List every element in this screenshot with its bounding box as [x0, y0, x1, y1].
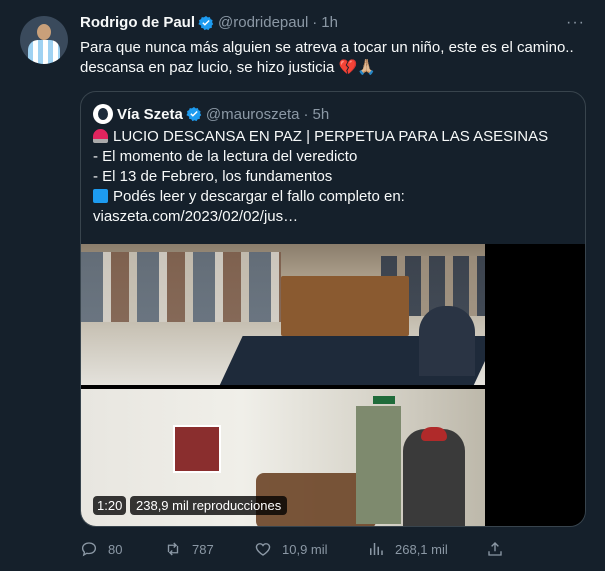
video-views: 238,9 mil reproducciones — [130, 496, 288, 515]
easel-portrait — [173, 425, 221, 473]
tweet-header: Rodrigo de Paul @rodridepaul · 1h — [80, 14, 338, 31]
quote-text: LUCIO DESCANSA EN PAZ | PERPETUA PARA LA… — [93, 127, 573, 227]
avatar-shirt — [28, 40, 60, 64]
guard-beret — [421, 427, 447, 441]
tweet-emojis: 💔🙏🏼 — [338, 59, 376, 76]
retweet-count: 787 — [192, 541, 214, 557]
views-icon — [370, 543, 383, 555]
avatar-head — [37, 24, 51, 40]
judge-figure — [419, 306, 475, 376]
quote-author-name: Vía Szeta — [117, 105, 183, 123]
retweet-icon — [167, 542, 179, 556]
share-icon — [488, 542, 502, 556]
tweet[interactable]: Rodrigo de Paul @rodridepaul · 1h ··· Pa… — [0, 0, 605, 571]
views-action[interactable]: 268,1 mil — [367, 540, 448, 558]
reply-icon — [81, 542, 97, 557]
tweet-text-line2-wrap: descansa en paz lucio, se hizo justicia … — [80, 58, 590, 78]
quote-link: viaszeta.com/2023/02/02/jus… — [93, 208, 299, 225]
tweet-text: Para que nunca más alguien se atreva a t… — [80, 38, 590, 78]
quote-time: 5h — [312, 105, 330, 123]
phone-arrow-icon — [93, 189, 108, 203]
guard-figure — [403, 429, 465, 526]
like-action[interactable]: 10,9 mil — [254, 540, 328, 558]
reply-action[interactable]: 80 — [80, 540, 122, 558]
audience-people — [81, 252, 281, 322]
tweet-text-line2: descansa en paz lucio, se hizo justicia — [80, 59, 335, 76]
exit-sign — [373, 396, 395, 404]
video-player[interactable]: 1:20 238,9 mil reproducciones — [81, 244, 585, 526]
verified-badge-icon — [198, 15, 214, 30]
author-handle[interactable]: @rodridepaul — [218, 14, 308, 31]
avatar[interactable] — [20, 16, 68, 64]
quote-author-handle: @mauroszeta — [205, 105, 300, 123]
retweet-action[interactable]: 787 — [164, 540, 214, 558]
quote-time-separator: · — [303, 105, 309, 123]
siren-icon — [93, 129, 108, 143]
reply-count: 80 — [108, 541, 123, 557]
views-count: 268,1 mil — [395, 541, 448, 557]
quote-header: Vía Szeta @mauroszeta · 5h — [93, 104, 329, 124]
more-icon[interactable]: ··· — [566, 14, 585, 32]
quote-line1: LUCIO DESCANSA EN PAZ | PERPETUA PARA LA… — [113, 128, 549, 145]
quote-line1-wrap: LUCIO DESCANSA EN PAZ | PERPETUA PARA LA… — [93, 127, 573, 147]
quote-line3: - El 13 de Febrero, los fundamentos — [93, 168, 333, 185]
quote-avatar — [93, 104, 113, 124]
quote-line4: Podés leer y descargar el fallo completo… — [113, 188, 405, 205]
video-duration: 1:20 — [93, 496, 127, 515]
quoted-tweet[interactable]: Vía Szeta @mauroszeta · 5h LUCIO DESCANS… — [80, 91, 586, 527]
author-name[interactable]: Rodrigo de Paul — [80, 14, 195, 31]
quote-line4-wrap: Podés leer y descargar el fallo completo… — [93, 187, 573, 207]
tweet-text-line1: Para que nunca más alguien se atreva a t… — [80, 39, 574, 56]
action-bar: 80 787 10,9 mil 268,1 mil — [80, 540, 510, 560]
quote-line2: - El momento de la lectura del veredicto — [93, 148, 358, 165]
time-separator: · — [312, 14, 318, 31]
door — [356, 406, 401, 524]
tweet-time[interactable]: 1h — [321, 14, 338, 31]
court-desk — [281, 276, 409, 336]
share-action[interactable] — [486, 540, 514, 558]
video-frame-courtroom — [81, 244, 485, 385]
like-count: 10,9 mil — [282, 541, 328, 557]
verified-badge-icon — [186, 107, 202, 122]
like-icon — [255, 543, 271, 556]
